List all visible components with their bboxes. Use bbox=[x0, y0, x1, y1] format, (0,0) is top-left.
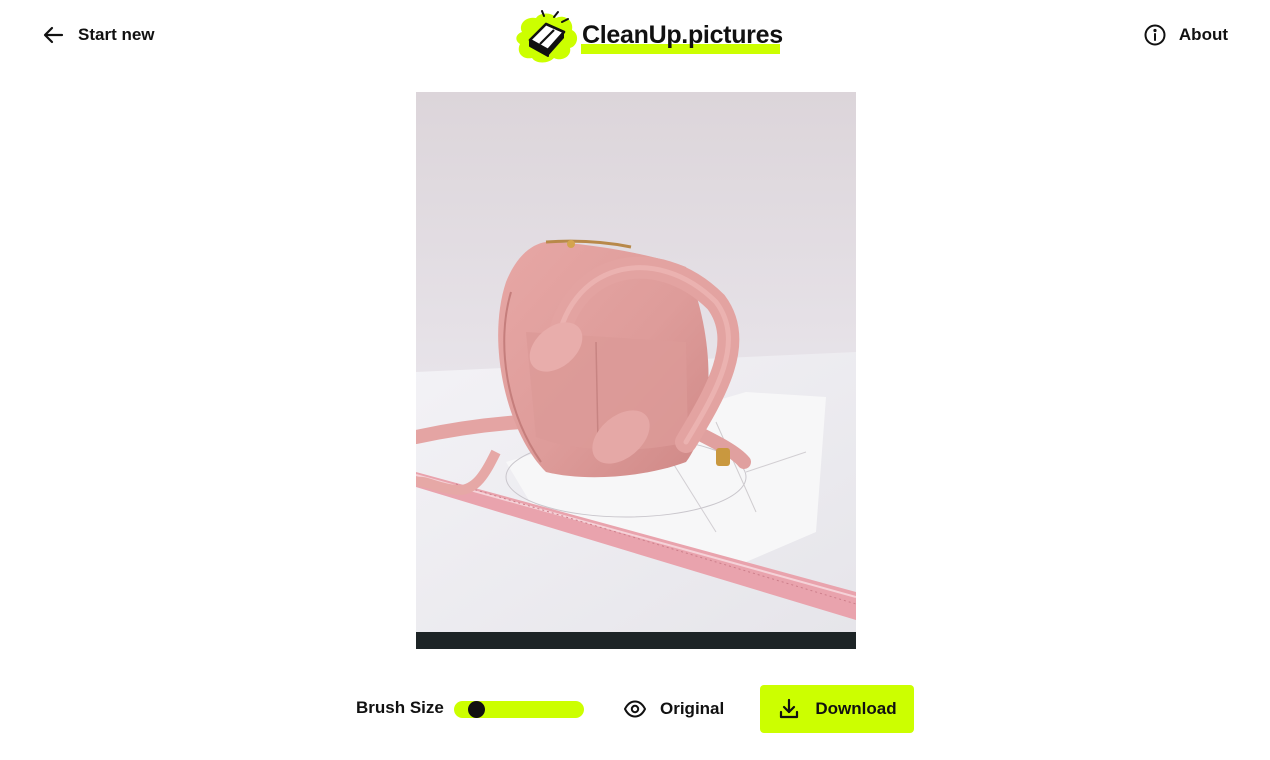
eye-icon bbox=[623, 697, 647, 721]
eraser-icon bbox=[514, 10, 580, 64]
start-new-label: Start new bbox=[78, 25, 155, 44]
info-circle-icon bbox=[1143, 23, 1167, 47]
download-label: Download bbox=[815, 699, 897, 718]
about-label: About bbox=[1178, 25, 1228, 44]
start-new-button[interactable]: Start new bbox=[42, 18, 155, 52]
brush-size-slider-thumb[interactable] bbox=[468, 701, 485, 718]
logo[interactable]: CleanUp.pictures bbox=[514, 10, 784, 64]
bottom-toolbar: Brush Size Original Download bbox=[0, 685, 1270, 733]
arrow-left-icon bbox=[42, 23, 66, 47]
download-button[interactable]: Download bbox=[760, 685, 914, 733]
download-icon bbox=[777, 697, 801, 721]
about-button[interactable]: About bbox=[1143, 18, 1228, 52]
handbag-photo bbox=[416, 92, 856, 649]
editor-image-canvas[interactable] bbox=[416, 92, 856, 649]
brush-size-label: Brush Size bbox=[356, 698, 444, 717]
original-label: Original bbox=[660, 699, 725, 718]
logo-text: CleanUp.pictures bbox=[582, 21, 783, 49]
original-toggle-button[interactable]: Original bbox=[623, 693, 724, 725]
brush-size-slider[interactable] bbox=[454, 701, 584, 718]
